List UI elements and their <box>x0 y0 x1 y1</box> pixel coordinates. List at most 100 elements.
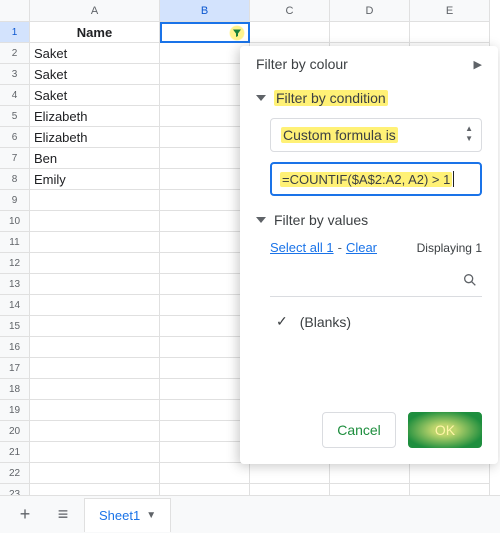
row-header[interactable]: 20 <box>0 421 30 442</box>
cell[interactable] <box>30 463 160 484</box>
search-icon <box>462 272 478 291</box>
cell[interactable] <box>160 379 250 400</box>
col-header-D[interactable]: D <box>330 0 410 22</box>
check-icon: ✓ <box>276 313 288 330</box>
triangle-down-icon <box>256 95 266 101</box>
row-header[interactable]: 2 <box>0 43 30 64</box>
col-header-A[interactable]: A <box>30 0 160 22</box>
row-header[interactable]: 4 <box>0 85 30 106</box>
cancel-button[interactable]: Cancel <box>322 412 396 448</box>
filter-by-condition-label: Filter by condition <box>274 90 388 106</box>
cell[interactable] <box>30 442 160 463</box>
cell[interactable] <box>160 337 250 358</box>
cell[interactable] <box>30 337 160 358</box>
cell[interactable] <box>410 463 490 484</box>
cell[interactable]: Ben <box>30 148 160 169</box>
row-header[interactable]: 8 <box>0 169 30 190</box>
cell[interactable] <box>250 22 330 43</box>
cell[interactable]: Elizabeth <box>30 106 160 127</box>
cell[interactable] <box>160 274 250 295</box>
cell[interactable] <box>30 211 160 232</box>
cell[interactable] <box>160 85 250 106</box>
row-header[interactable]: 13 <box>0 274 30 295</box>
cell[interactable] <box>160 64 250 85</box>
cell[interactable] <box>160 442 250 463</box>
row-header[interactable]: 12 <box>0 253 30 274</box>
cell[interactable] <box>250 463 330 484</box>
clear-link[interactable]: Clear <box>346 240 377 255</box>
row-header[interactable]: 14 <box>0 295 30 316</box>
cell[interactable] <box>30 190 160 211</box>
row-header[interactable]: 10 <box>0 211 30 232</box>
sheet-tab[interactable]: Sheet1 ▼ <box>84 498 171 532</box>
triangle-down-icon <box>256 217 266 223</box>
row-header[interactable]: 7 <box>0 148 30 169</box>
cell[interactable]: Saket <box>30 85 160 106</box>
cell[interactable] <box>410 22 490 43</box>
cell[interactable] <box>160 400 250 421</box>
add-sheet-button[interactable]: + <box>8 500 42 530</box>
blanks-option[interactable]: ✓ (Blanks) <box>240 305 498 342</box>
row-header[interactable]: 15 <box>0 316 30 337</box>
cell[interactable] <box>30 358 160 379</box>
cell[interactable] <box>30 400 160 421</box>
cell[interactable] <box>160 295 250 316</box>
cell[interactable] <box>330 22 410 43</box>
values-search-input[interactable] <box>270 267 482 297</box>
cell[interactable] <box>160 211 250 232</box>
cell[interactable] <box>30 379 160 400</box>
cell[interactable] <box>30 253 160 274</box>
cell[interactable] <box>160 358 250 379</box>
cell[interactable] <box>160 316 250 337</box>
row-header[interactable]: 16 <box>0 337 30 358</box>
all-sheets-button[interactable]: ≡ <box>46 500 80 530</box>
cell[interactable] <box>30 316 160 337</box>
row-header[interactable]: 6 <box>0 127 30 148</box>
col-header-B[interactable]: B <box>160 0 250 22</box>
row-header[interactable]: 21 <box>0 442 30 463</box>
row-header[interactable]: 9 <box>0 190 30 211</box>
cell[interactable] <box>160 232 250 253</box>
cell[interactable] <box>160 43 250 64</box>
cell[interactable] <box>330 463 410 484</box>
cell[interactable]: Saket <box>30 43 160 64</box>
col-header-E[interactable]: E <box>410 0 490 22</box>
stepper-icon: ▲▼ <box>465 125 473 143</box>
row-header[interactable]: 11 <box>0 232 30 253</box>
filter-by-values-label: Filter by values <box>274 212 368 228</box>
cell[interactable] <box>160 169 250 190</box>
row-header[interactable]: 1 <box>0 22 30 43</box>
cell[interactable] <box>160 148 250 169</box>
row-header[interactable]: 17 <box>0 358 30 379</box>
formula-input[interactable]: =COUNTIF($A$2:A2, A2) > 1 <box>270 162 482 196</box>
cell[interactable] <box>30 232 160 253</box>
cell[interactable] <box>160 127 250 148</box>
cell[interactable]: Name <box>30 22 160 43</box>
cell[interactable] <box>30 274 160 295</box>
cell[interactable] <box>30 295 160 316</box>
filter-icon[interactable] <box>229 25 245 41</box>
condition-type-select[interactable]: Custom formula is ▲▼ <box>270 118 482 152</box>
filter-by-condition-row[interactable]: Filter by condition <box>240 80 498 114</box>
cell[interactable]: Elizabeth <box>30 127 160 148</box>
filter-by-colour-row[interactable]: Filter by colour ▶ <box>240 46 498 80</box>
row-header[interactable]: 19 <box>0 400 30 421</box>
row-header[interactable]: 22 <box>0 463 30 484</box>
select-all-link[interactable]: Select all 1 <box>270 240 334 255</box>
cell[interactable] <box>160 190 250 211</box>
cell[interactable] <box>160 22 250 43</box>
row-header[interactable]: 5 <box>0 106 30 127</box>
cell[interactable] <box>160 421 250 442</box>
cell[interactable] <box>160 253 250 274</box>
corner-cell[interactable] <box>0 0 30 22</box>
cell[interactable] <box>30 421 160 442</box>
row-header[interactable]: 3 <box>0 64 30 85</box>
cell[interactable] <box>160 463 250 484</box>
col-header-C[interactable]: C <box>250 0 330 22</box>
filter-by-values-row[interactable]: Filter by values <box>240 210 498 236</box>
cell[interactable]: Saket <box>30 64 160 85</box>
cell[interactable] <box>160 106 250 127</box>
cell[interactable]: Emily <box>30 169 160 190</box>
row-header[interactable]: 18 <box>0 379 30 400</box>
ok-button[interactable]: OK <box>408 412 482 448</box>
